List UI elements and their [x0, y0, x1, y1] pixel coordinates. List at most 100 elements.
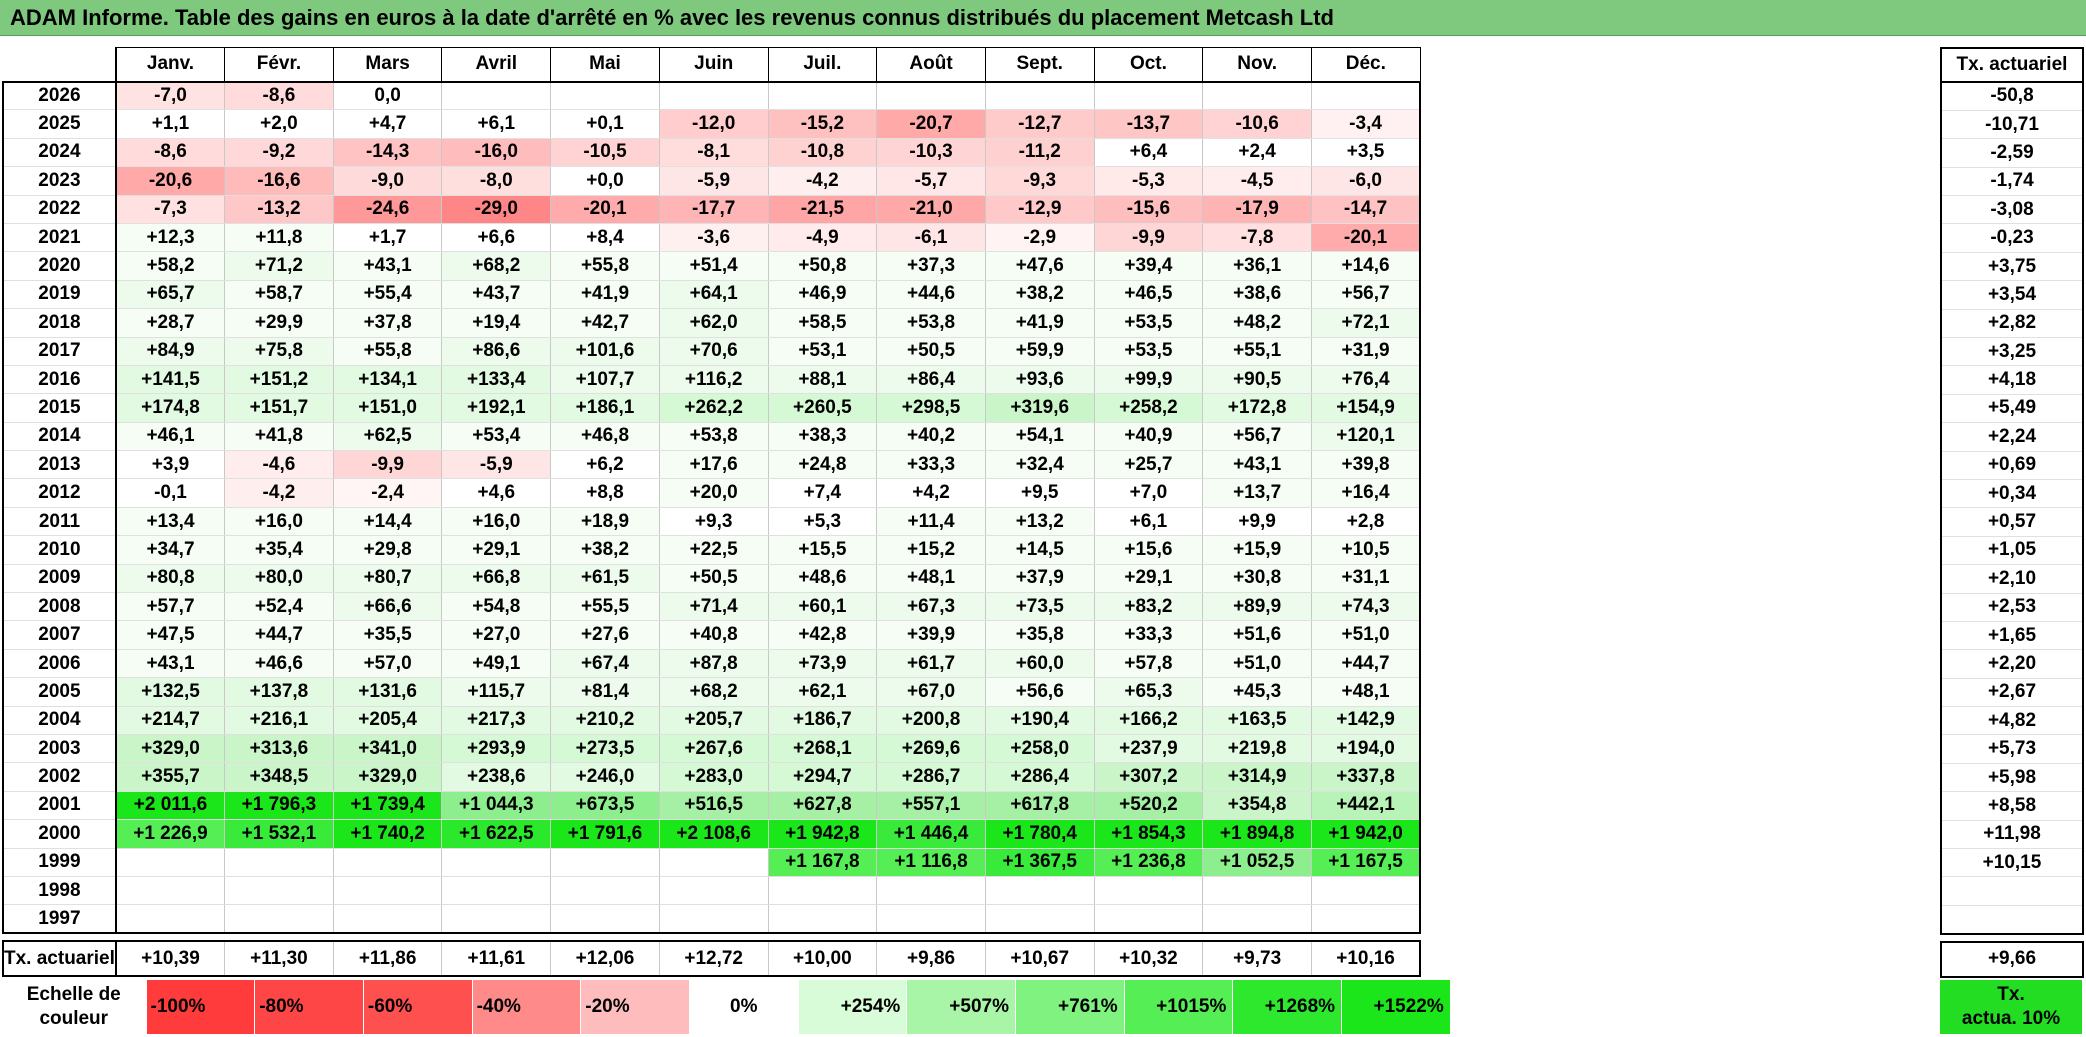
gain-cell — [658, 904, 769, 935]
gain-cell: +354,8 — [1202, 791, 1312, 821]
gain-cell: +18,9 — [550, 507, 660, 537]
table-row: 2012 -0,1 -4,2 -2,4 +4,6 +8,8 +20,0 +7,4 +4,2 +9,… — [2, 478, 1422, 508]
gain-cell — [984, 904, 1095, 935]
legend-swatch: 0% — [689, 980, 799, 1034]
gain-cell: +35,8 — [984, 620, 1095, 650]
gain-cell: +38,2 — [550, 535, 660, 565]
gain-cell: +46,1 — [115, 422, 226, 452]
gain-cell: +50,5 — [658, 564, 769, 594]
legend-actua-line2: actua. 10% — [1961, 1008, 2061, 1029]
report-title: ADAM Informe. Table des gains en euros à… — [0, 0, 2086, 36]
year-cell: 2008 — [2, 592, 117, 622]
gain-cell: +9,9 — [1202, 507, 1312, 537]
gain-cell: +33,3 — [1093, 620, 1204, 650]
gain-cell: +60,0 — [984, 649, 1095, 679]
gain-cell: -15,6 — [1093, 195, 1204, 224]
gain-cell: +43,1 — [332, 251, 443, 281]
gain-cell: +14,6 — [1310, 251, 1422, 281]
gain-cell: +348,5 — [224, 762, 334, 792]
table-row: 2025 +1,1 +2,0 +4,7 +6,1 +0,1 -12,0 -15,2 -20,7-… — [2, 109, 1422, 139]
gain-cell — [658, 81, 769, 111]
gain-cell — [332, 904, 443, 935]
gain-cell: +62,0 — [658, 308, 769, 338]
gain-cell — [1093, 904, 1204, 935]
annual-rate-cell: +10,16 — [1310, 940, 1422, 978]
table-row: 2001 +2 011,6 +1 796,3 +1 739,4 +1 044,3 +673… — [2, 791, 1422, 821]
gain-cell — [767, 81, 878, 111]
gain-cell: +51,4 — [658, 251, 769, 281]
gain-cell: +286,4 — [984, 762, 1095, 792]
gain-cell — [767, 904, 878, 935]
gain-cell: -2,4 — [332, 478, 443, 508]
gain-cell: +627,8 — [767, 791, 878, 821]
legend-swatch: +1268% — [1232, 980, 1343, 1034]
gain-cell: -7,0 — [115, 81, 226, 111]
gain-cell — [441, 848, 552, 877]
gain-cell: +99,9 — [1093, 365, 1204, 395]
actuarial-rate-cell: +2,24 — [1940, 422, 2084, 452]
annual-rate-cell: +10,67 — [984, 940, 1095, 978]
month-header: Avril — [441, 47, 552, 83]
gain-cell: +48,1 — [876, 564, 986, 594]
annual-rate-cell: +9,73 — [1202, 940, 1312, 978]
gain-cell — [1310, 81, 1422, 111]
gain-cell: +1 942,8 — [767, 819, 878, 849]
table-row: 2009 +80,8 +80,0 +80,7 +66,8 +61,5 +50,5 +48,6 +… — [2, 564, 1422, 594]
gain-cell: +2 108,6 — [658, 819, 769, 849]
month-header: Févr. — [224, 47, 334, 83]
gain-cell: -20,1 — [550, 195, 660, 224]
gain-cell: -0,1 — [115, 478, 226, 508]
gain-cell: -9,9 — [332, 450, 443, 480]
gain-cell: +31,9 — [1310, 337, 1422, 366]
gain-cell — [984, 81, 1095, 111]
gain-cell: +58,7 — [224, 280, 334, 310]
month-header: Oct. — [1093, 47, 1204, 83]
gain-cell: +134,1 — [332, 365, 443, 395]
gain-cell — [984, 876, 1095, 906]
table-row: 2006 +43,1 +46,6 +57,0 +49,1 +67,4 +87,8 +73,9 +… — [2, 649, 1422, 679]
gain-cell: +48,2 — [1202, 308, 1312, 338]
gain-cell: +88,1 — [767, 365, 878, 395]
year-cell: 2007 — [2, 620, 117, 650]
table-row: 2005 +132,5 +137,8 +131,6 +115,7 +81,4 +68,2 +6… — [2, 677, 1422, 707]
gain-cell: +22,5 — [658, 535, 769, 565]
gain-cell: +80,8 — [115, 564, 226, 594]
gain-cell — [658, 848, 769, 877]
year-cell: 2011 — [2, 507, 117, 537]
gain-cell: +12,3 — [115, 223, 226, 253]
gain-cell: +20,0 — [658, 478, 769, 508]
gain-cell: -8,6 — [115, 138, 226, 168]
gain-cell: +58,2 — [115, 251, 226, 281]
gain-cell: +5,3 — [767, 507, 878, 537]
actuarial-rate-cell: +10,15 — [1940, 848, 2084, 878]
actuarial-rate-cell: +1,05 — [1940, 536, 2084, 566]
gain-cell: -3,4 — [1310, 109, 1422, 139]
gain-cell: +1 796,3 — [224, 791, 334, 821]
gain-cell: +1 894,8 — [1202, 819, 1312, 849]
gain-cell: 0,0 — [332, 81, 443, 111]
gain-cell: -21,5 — [767, 195, 878, 224]
gain-cell: +15,5 — [767, 535, 878, 565]
gain-cell: +13,4 — [115, 507, 226, 537]
gain-cell: +273,5 — [550, 734, 660, 764]
legend-swatch: -100% — [146, 980, 256, 1034]
gain-cell: +53,1 — [767, 337, 878, 366]
gain-cell: +337,8 — [1310, 762, 1422, 792]
gain-cell: +258,2 — [1093, 393, 1204, 423]
gain-cell: +29,1 — [1093, 564, 1204, 594]
table-row: 2011 +13,4 +16,0 +14,4 +16,0 +18,9 +9,3 +5,3 +11… — [2, 507, 1422, 537]
actuarial-rate-cell: +0,69 — [1940, 451, 2084, 480]
gain-cell — [1202, 876, 1312, 906]
gain-cell: +54,8 — [441, 592, 552, 622]
gain-cell: +46,5 — [1093, 280, 1204, 310]
gain-cell: +214,7 — [115, 706, 226, 735]
gain-cell: -5,7 — [876, 166, 986, 196]
gain-cell: +2,4 — [1202, 138, 1312, 168]
year-cell: 2002 — [2, 762, 117, 792]
gain-cell: +115,7 — [441, 677, 552, 707]
gain-cell: +1 739,4 — [332, 791, 443, 821]
year-cell: 2014 — [2, 422, 117, 452]
gain-cell: +37,3 — [876, 251, 986, 281]
month-header: Nov. — [1202, 47, 1312, 83]
gain-cell: -16,6 — [224, 166, 334, 196]
